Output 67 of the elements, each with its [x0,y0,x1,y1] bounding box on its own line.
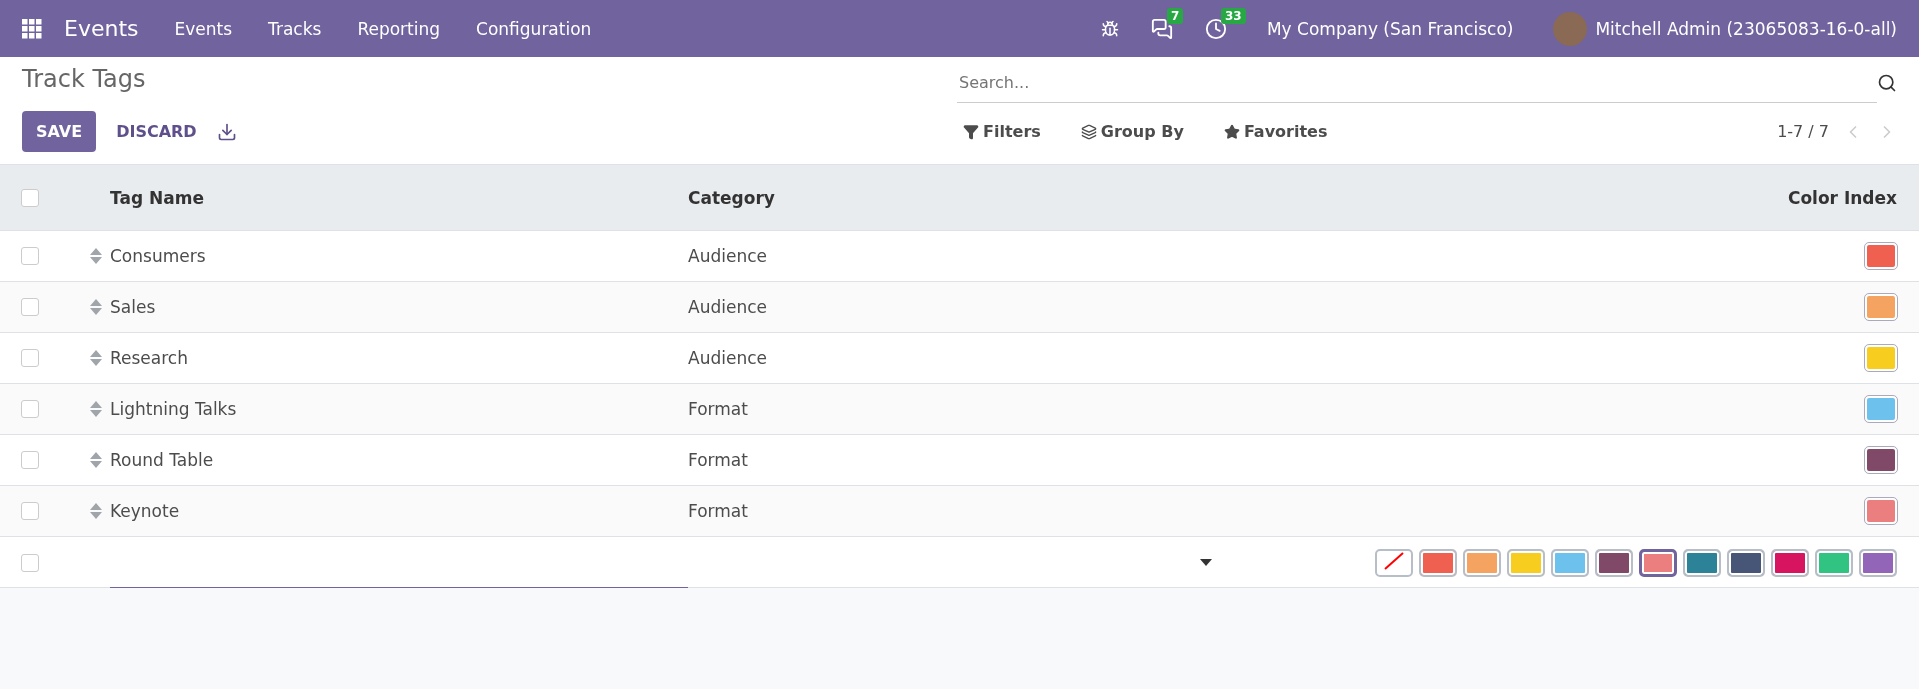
no-color-option[interactable] [1375,548,1413,577]
drag-handle-icon[interactable] [90,401,102,417]
color-option[interactable] [1815,548,1853,577]
search-icon[interactable] [1877,73,1897,93]
column-header[interactable]: Color Index [1222,187,1919,208]
table-cell-text: Format [688,501,749,521]
save-button[interactable]: SAVE [22,111,97,152]
table-cell-text: Consumers [110,246,207,266]
color-option[interactable] [1595,548,1633,577]
drag-handle-icon[interactable] [90,299,102,315]
table-cell-text: Audience [688,297,768,317]
checkbox[interactable] [21,247,39,265]
layers-icon [1080,123,1097,140]
drag-handle-icon[interactable] [90,350,102,366]
menu-item[interactable]: Events [174,18,233,39]
menu-item[interactable]: Reporting [357,18,441,39]
color-option[interactable] [1771,548,1809,577]
filter-menu-button[interactable]: Filters [957,121,1047,142]
chat-icon[interactable] [1150,17,1173,40]
discard-button[interactable]: DISCARD [110,121,203,142]
page-title: Track Tags [22,65,147,95]
checkbox[interactable] [21,400,39,418]
table-cell-text: Format [688,399,749,419]
drag-handle-icon[interactable] [90,452,102,468]
menu-item[interactable]: Tracks [268,18,322,39]
pager-value[interactable]: 1-7 / 7 [1777,122,1829,141]
clock-icon[interactable] [1204,17,1227,40]
star-icon [1223,123,1240,140]
bug-icon[interactable] [1100,19,1119,38]
checkbox[interactable] [21,349,39,367]
column-header[interactable]: Tag Name [110,187,688,208]
company-switcher[interactable]: My Company (San Francisco) [1266,18,1514,39]
activity-count-badge: 33 [1220,7,1246,24]
checkbox[interactable] [21,298,39,316]
menu-item[interactable]: Configuration [476,18,592,39]
filter-menu-button[interactable]: Group By [1074,121,1190,142]
checkbox[interactable] [21,553,39,572]
color-option[interactable] [1419,548,1457,577]
color-option[interactable] [1859,548,1897,577]
filter-menu-button[interactable]: Favorites [1217,121,1334,142]
download-icon[interactable] [216,121,237,142]
color-option[interactable] [1463,548,1501,577]
apps-grid-icon[interactable] [22,18,42,39]
checkbox[interactable] [21,502,39,520]
column-header[interactable]: Category [688,187,1222,208]
table-cell-text: Audience [688,348,768,368]
user-menu[interactable]: Mitchell Admin (23065083-16-0-all) [1595,18,1897,39]
drag-handle-icon[interactable] [90,248,102,264]
color-option[interactable] [1551,548,1589,577]
table-cell-text: Sales [110,297,157,317]
color-option[interactable] [1727,548,1765,577]
table-cell-text: Audience [688,246,768,266]
caret-icon[interactable] [1200,559,1212,566]
table-cell-text: Lightning Talks [110,399,238,419]
color-option[interactable] [1683,548,1721,577]
checkbox[interactable] [21,188,39,207]
table-cell-text: Round Table [110,450,215,470]
message-count-badge: 7 [1166,7,1184,24]
checkbox[interactable] [21,451,39,469]
table-cell-text: Keynote [110,501,181,521]
color-option[interactable] [1507,548,1545,577]
table-cell-text: Format [688,450,749,470]
color-option[interactable] [1639,548,1677,577]
app-name[interactable]: Events [64,16,139,41]
drag-handle-icon[interactable] [90,503,102,519]
filter-icon [963,123,979,140]
table-cell-text: Research [110,348,189,368]
